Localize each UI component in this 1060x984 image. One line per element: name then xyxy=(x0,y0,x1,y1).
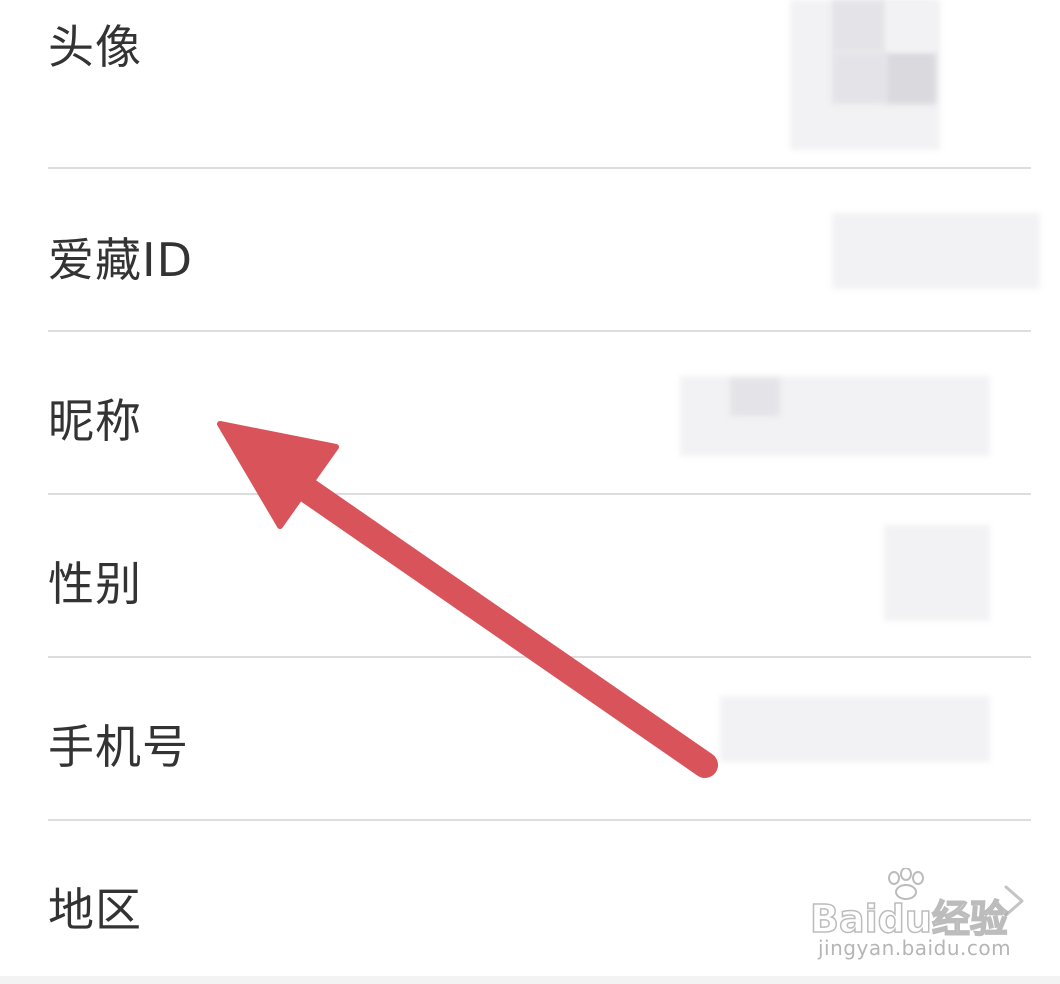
row-label-phone: 手机号 xyxy=(48,720,189,774)
baidu-jingyan-watermark: Baidu经验 jingyan.baidu.com xyxy=(809,868,1012,968)
watermark-url: jingyan.baidu.com xyxy=(818,936,1012,960)
row-label-id: 爱藏ID xyxy=(48,233,193,287)
bottom-strip xyxy=(0,976,1060,984)
profile-row-nickname[interactable]: 昵称 xyxy=(0,332,1060,493)
profile-row-gender[interactable]: 性别 xyxy=(0,495,1060,656)
row-label-nickname: 昵称 xyxy=(48,394,142,448)
row-label-gender: 性别 xyxy=(48,557,142,611)
watermark-main: Baidu经验 xyxy=(809,896,1008,942)
row-label-region: 地区 xyxy=(48,883,142,937)
profile-settings-list: 头像 爱藏ID 昵称 性别 手机号 地区 xyxy=(0,0,1060,984)
row-label-avatar: 头像 xyxy=(48,20,142,74)
profile-row-avatar[interactable]: 头像 xyxy=(0,0,1060,168)
profile-row-id[interactable]: 爱藏ID xyxy=(0,169,1060,330)
profile-row-phone[interactable]: 手机号 xyxy=(0,658,1060,819)
